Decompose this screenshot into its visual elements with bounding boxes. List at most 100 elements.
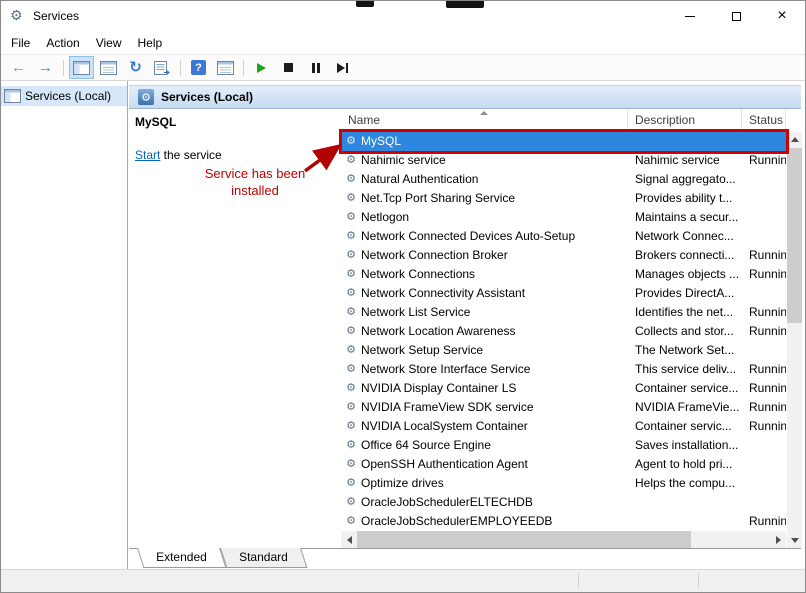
service-row[interactable]: ⚙ OracleJobSchedulerELTECHDB [341,493,786,512]
properties-window-icon[interactable] [213,56,238,79]
horizontal-scrollbar[interactable] [341,531,786,548]
restart-service-icon[interactable] [330,56,355,79]
toolbar-separator [63,60,64,76]
service-description: Brokers connecti... [628,246,742,265]
service-status [742,455,786,474]
console-tree-pane: Services (Local) [1,81,128,569]
service-gear-icon: ⚙ [346,174,356,185]
show-console-tree-icon[interactable] [69,56,94,79]
service-row[interactable]: ⚙Network Store Interface ServiceThis ser… [341,360,786,379]
services-pane: ⚙ Services (Local) MySQL Start the servi… [129,81,805,569]
service-gear-icon: ⚙ [346,497,356,508]
service-name: Network Connected Devices Auto-Setup [361,227,628,246]
menu-action[interactable]: Action [38,34,87,52]
service-gear-icon: ⚙ [346,269,356,280]
service-row[interactable]: ⚙Network ConnectionsManages objects ...R… [341,265,786,284]
help-icon[interactable]: ? [186,56,211,79]
column-header-label: Status [749,113,783,127]
horizontal-scroll-thumb[interactable] [357,531,691,548]
service-row[interactable]: ⚙Network Connection BrokerBrokers connec… [341,246,786,265]
menu-help[interactable]: Help [130,34,171,52]
console-window-icon[interactable] [96,56,121,79]
scroll-up-button[interactable] [787,132,802,147]
column-header-description[interactable]: Description [628,109,742,131]
tree-item-services-local[interactable]: Services (Local) [1,86,127,106]
service-status [742,189,786,208]
minimize-button[interactable] [667,1,713,31]
service-row[interactable]: ⚙Optimize drivesHelps the compu... [341,474,786,493]
service-status [742,436,786,455]
service-row[interactable]: ⚙Network Location AwarenessCollects and … [341,322,786,341]
service-row[interactable]: ⚙Network Setup ServiceThe Network Set... [341,341,786,360]
start-service-icon[interactable] [249,56,274,79]
scroll-right-button[interactable] [770,531,786,548]
service-description: Network Connec... [628,227,742,246]
service-status: Running [742,322,786,341]
service-name: Optimize drives [361,474,628,493]
service-status: Running [742,417,786,436]
toolbar-separator [180,60,181,76]
column-header-status[interactable]: Status [742,109,786,131]
pause-service-icon[interactable] [303,56,328,79]
column-header-name[interactable]: Name [341,109,628,131]
service-status [742,341,786,360]
service-row[interactable]: ⚙Office 64 Source EngineSaves installati… [341,436,786,455]
service-status [742,170,786,189]
start-service-link[interactable]: Start [135,148,160,162]
service-row[interactable]: ⚙NVIDIA Display Container LSContainer se… [341,379,786,398]
refresh-icon[interactable]: ↻ [123,56,148,79]
service-row[interactable]: ⚙Network List ServiceIdentifies the net.… [341,303,786,322]
service-row[interactable]: ⚙Net.Tcp Port Sharing ServiceProvides ab… [341,189,786,208]
service-row[interactable]: ⚙Network Connectivity AssistantProvides … [341,284,786,303]
maximize-button[interactable] [713,1,759,31]
console-root-icon [4,89,21,103]
service-status: Running [742,379,786,398]
back-icon[interactable]: ← [6,56,31,79]
service-gear-icon: ⚙ [346,231,356,242]
service-name: NVIDIA LocalSystem Container [361,417,628,436]
service-description [628,512,742,531]
service-row[interactable]: ⚙OracleJobSchedulerEMPLOYEEDBRunning [341,512,786,531]
service-name: Net.Tcp Port Sharing Service [361,189,628,208]
service-status [742,208,786,227]
close-button[interactable]: × [759,1,805,31]
column-header-label: Name [348,113,380,127]
service-row[interactable]: ⚙ Natural AuthenticationSignal aggregato.… [341,170,786,189]
scroll-down-button[interactable] [787,533,802,548]
service-name: OpenSSH Authentication Agent [361,455,628,474]
service-status [742,227,786,246]
service-row[interactable]: ⚙OpenSSH Authentication AgentAgent to ho… [341,455,786,474]
service-name: Network List Service [361,303,628,322]
service-name: Network Store Interface Service [361,360,628,379]
tab-extended[interactable]: Extended [137,548,226,568]
service-row[interactable]: ⚙ Network Connected Devices Auto-SetupNet… [341,227,786,246]
forward-icon[interactable]: → [33,56,58,79]
menu-view[interactable]: View [88,34,130,52]
export-list-icon[interactable] [150,56,175,79]
services-app-icon: ⚙ [10,8,23,22]
pane-title: Services (Local) [161,90,253,104]
tab-standard[interactable]: Standard [220,548,307,568]
service-row[interactable]: ⚙NVIDIA FrameView SDK serviceNVIDIA Fram… [341,398,786,417]
service-description: Signal aggregato... [628,170,742,189]
service-name: Natural Authentication [361,170,628,189]
stop-service-icon[interactable] [276,56,301,79]
service-description: Container service... [628,379,742,398]
screenshot-artifact [356,1,374,7]
service-name: OracleJobSchedulerELTECHDB [361,493,628,512]
vertical-scroll-thumb[interactable] [787,148,802,323]
scroll-left-button[interactable] [341,531,357,548]
service-status [742,493,786,512]
service-description: NVIDIA FrameVie... [628,398,742,417]
service-row[interactable]: ⚙NVIDIA LocalSystem ContainerContainer s… [341,417,786,436]
service-description: Saves installation... [628,436,742,455]
service-status [742,474,786,493]
service-name: Network Connections [361,265,628,284]
vertical-scrollbar[interactable] [787,132,802,548]
service-gear-icon: ⚙ [346,364,356,375]
service-description: Maintains a secur... [628,208,742,227]
menu-file[interactable]: File [3,34,38,52]
service-description: The Network Set... [628,341,742,360]
service-status: Running [742,246,786,265]
service-row[interactable]: ⚙NetlogonMaintains a secur... [341,208,786,227]
